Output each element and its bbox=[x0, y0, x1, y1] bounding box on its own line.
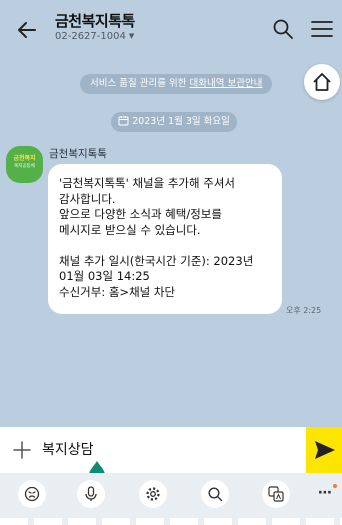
message-line bbox=[59, 238, 270, 254]
message-line: '금천복지톡톡' 채널을 추가해 주셔서 bbox=[59, 176, 235, 190]
home-icon bbox=[313, 73, 331, 91]
date-label: 2023년 1월 3일 화요일 bbox=[132, 116, 230, 127]
notice-pill[interactable]: 서비스 품질 관리를 위한 대화내역 보관안내 bbox=[80, 74, 273, 94]
more-icon: ⋯ bbox=[318, 485, 332, 501]
attach-button[interactable] bbox=[12, 440, 32, 460]
back-arrow-icon bbox=[18, 22, 36, 38]
date-divider: 2023년 1월 3일 화요일 bbox=[111, 112, 237, 132]
message-line: 수신거부: 홈>채널 차단 bbox=[59, 284, 176, 299]
search-icon bbox=[208, 487, 223, 502]
message-line: 메시지로 받으실 수 있습니다. bbox=[59, 222, 201, 237]
translate-button[interactable] bbox=[262, 480, 290, 508]
message-line: 감사합니다. bbox=[59, 191, 116, 206]
chat-header: 금천복지톡톡 02-2627-1004 ▼ bbox=[0, 0, 342, 58]
avatar[interactable]: 금천복지 복지공동체 bbox=[6, 146, 43, 183]
avatar-logo-subtext: 복지공동체 bbox=[14, 164, 35, 169]
avatar-logo-text: 금천복지 bbox=[13, 155, 36, 162]
message-line: 앞으로 다양한 소식과 혜택/정보를 bbox=[59, 207, 222, 221]
send-button[interactable] bbox=[306, 427, 342, 473]
notification-dot bbox=[333, 484, 337, 488]
chat-phone[interactable]: 02-2627-1004 ▼ bbox=[55, 31, 134, 42]
emoji-button[interactable] bbox=[18, 480, 46, 508]
hamburger-menu-icon bbox=[311, 21, 333, 37]
chevron-down-icon: ▼ bbox=[128, 32, 135, 40]
message-line: 01월 03일 14:25 bbox=[59, 269, 150, 283]
menu-button[interactable] bbox=[310, 19, 334, 39]
sender-name: 금천복지톡톡 bbox=[49, 148, 107, 160]
message-input[interactable]: 복지상담 bbox=[42, 439, 94, 459]
notice-prefix: 서비스 품질 관리를 위한 bbox=[90, 78, 190, 89]
chat-title[interactable]: 금천복지톡톡 bbox=[55, 10, 135, 31]
plus-icon bbox=[13, 441, 31, 459]
home-button[interactable] bbox=[304, 64, 340, 100]
translate-icon bbox=[268, 486, 284, 502]
keyboard-search-button[interactable] bbox=[201, 480, 229, 508]
keyboard-keys-row bbox=[0, 518, 342, 525]
search-button[interactable] bbox=[272, 18, 294, 40]
more-button[interactable]: ⋯ bbox=[318, 485, 340, 505]
keyboard-settings-button[interactable] bbox=[139, 480, 167, 508]
back-button[interactable] bbox=[14, 17, 40, 43]
settings-icon bbox=[146, 487, 160, 501]
voice-input-button[interactable] bbox=[77, 480, 105, 508]
mic-icon bbox=[85, 486, 97, 501]
message-time: 오후 2:25 bbox=[286, 306, 322, 315]
search-icon bbox=[273, 19, 293, 39]
message-line: 채널 추가 일시(한국시간 기준): 2023년 bbox=[59, 253, 254, 268]
send-icon bbox=[315, 441, 335, 459]
notice-link[interactable]: 대화내역 보관안내 bbox=[189, 78, 262, 89]
calendar-icon bbox=[118, 116, 129, 126]
message-input-bar: 복지상담 bbox=[0, 427, 342, 473]
phone-number: 02-2627-1004 bbox=[55, 31, 126, 42]
emoji-icon bbox=[24, 486, 40, 502]
message-bubble[interactable]: '금천복지톡톡' 채널을 추가해 주셔서 감사합니다. 앞으로 다양한 소식과 … bbox=[48, 164, 282, 314]
